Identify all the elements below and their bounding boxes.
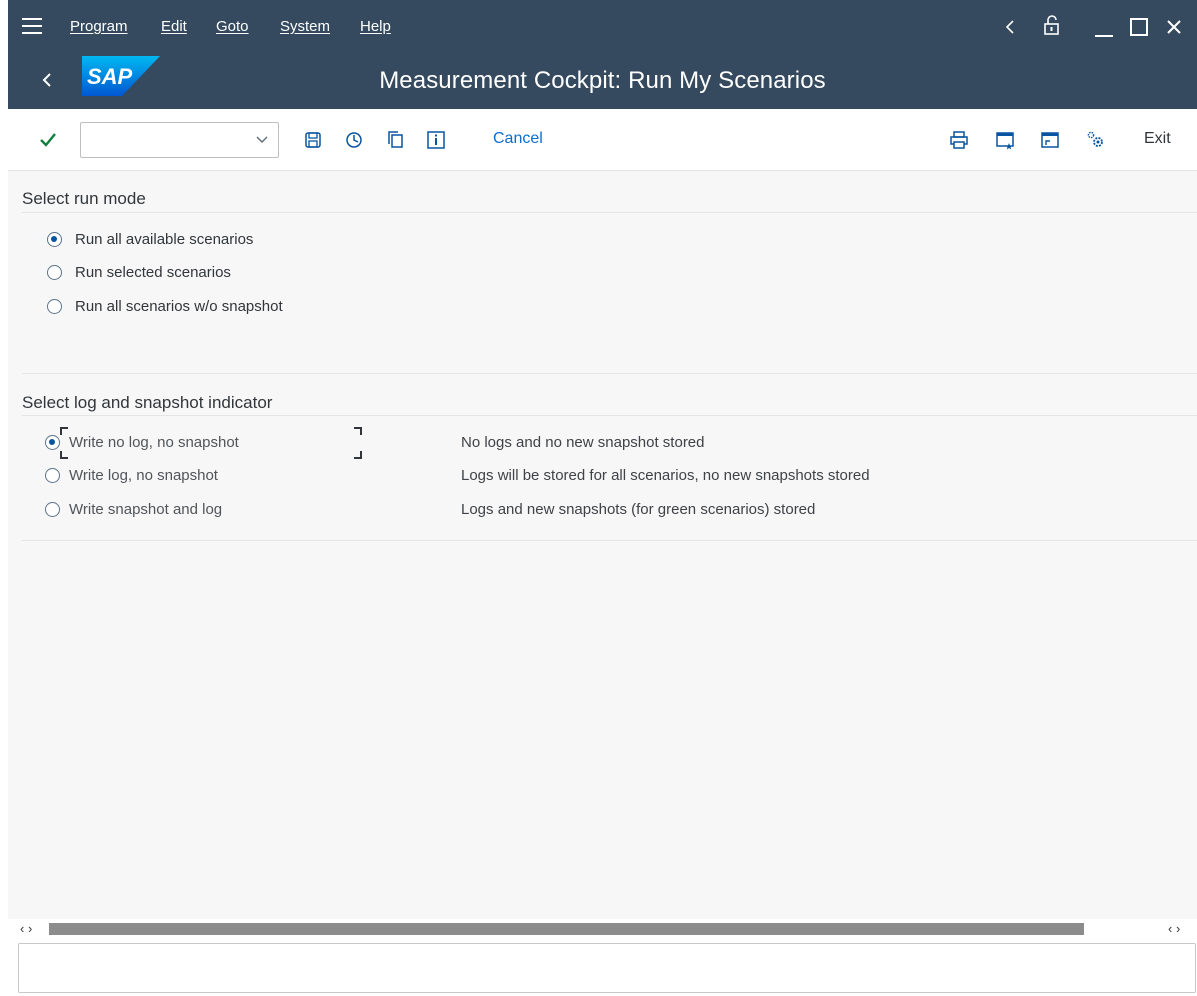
run-no-snapshot-label: Run all scenarios w/o snapshot (75, 298, 283, 315)
menu-edit[interactable]: Edit (161, 18, 187, 35)
close-icon[interactable] (1166, 19, 1182, 35)
horizontal-scrollbar[interactable]: ‹ › ‹ › (8, 919, 1197, 940)
copy-icon[interactable] (385, 130, 405, 150)
command-field[interactable] (80, 122, 279, 158)
snapshot-and-log-description: Logs and new snapshots (for green scenar… (461, 501, 816, 518)
radio-run-selected[interactable] (47, 265, 62, 280)
no-log-description: No logs and no new snapshot stored (461, 434, 705, 451)
run-mode-section-title: Select run mode (22, 189, 146, 208)
scroll-left-right-icon-end[interactable]: ‹ › (1168, 921, 1180, 936)
menu-help[interactable]: Help (360, 18, 391, 35)
generate-shortcut-icon[interactable] (1040, 130, 1060, 150)
focus-corner-br (354, 451, 362, 459)
settings-gears-icon[interactable] (1086, 130, 1106, 150)
page-title: Measurement Cockpit: Run My Scenarios (379, 67, 826, 94)
chevron-down-icon[interactable] (256, 133, 268, 145)
maximize-icon[interactable] (1130, 18, 1148, 36)
menu-program[interactable]: Program (70, 18, 128, 35)
radio-run-no-snapshot[interactable] (47, 299, 62, 314)
hamburger-menu-icon[interactable] (22, 18, 42, 34)
menu-system[interactable]: System (280, 18, 330, 35)
radio-write-log[interactable] (45, 468, 60, 483)
radio-snapshot-and-log[interactable] (45, 502, 60, 517)
history-clock-icon[interactable] (344, 130, 364, 150)
info-icon[interactable] (426, 130, 446, 150)
write-log-description: Logs will be stored for all scenarios, n… (461, 467, 870, 484)
menu-bar: Program Edit Goto System Help (8, 0, 1197, 53)
command-input[interactable] (85, 127, 249, 153)
focus-corner-bl (60, 451, 68, 459)
cancel-button[interactable]: Cancel (493, 130, 543, 148)
save-icon[interactable] (303, 130, 323, 150)
scrollbar-thumb[interactable] (49, 923, 1084, 935)
snapshot-and-log-label: Write snapshot and log (69, 501, 223, 518)
title-bar: SAP Measurement Cockpit: Run My Scenario… (8, 53, 1197, 109)
status-bar (18, 943, 1196, 993)
application-toolbar: Cancel Exit (8, 109, 1197, 171)
unlock-icon[interactable] (1042, 14, 1064, 36)
main-content: Select run mode Run all available scenar… (8, 171, 1197, 919)
focus-corner-tl (60, 427, 68, 435)
write-log-label: Write log, no snapshot (69, 467, 218, 484)
log-section-title: Select log and snapshot indicator (22, 393, 273, 412)
sap-gui-window: Program Edit Goto System Help SAP Measur… (8, 0, 1197, 996)
run-mode-group: Run all available scenarios Run selected… (22, 212, 1197, 374)
no-log-label: Write no log, no snapshot (69, 434, 239, 451)
new-window-icon[interactable] (995, 130, 1015, 150)
focus-corner-tr (354, 427, 362, 435)
enter-check-icon[interactable] (38, 130, 58, 150)
scroll-left-right-icon[interactable]: ‹ › (20, 921, 32, 936)
chevron-left-icon[interactable] (1004, 20, 1016, 34)
run-all-label: Run all available scenarios (75, 231, 254, 248)
run-selected-label: Run selected scenarios (75, 264, 231, 281)
menu-goto[interactable]: Goto (216, 18, 249, 35)
minimize-icon[interactable] (1094, 20, 1114, 38)
radio-run-all[interactable] (47, 232, 62, 247)
radio-no-log[interactable] (45, 435, 60, 450)
exit-button[interactable]: Exit (1144, 130, 1171, 148)
log-snapshot-group: Write no log, no snapshot No logs and no… (22, 415, 1197, 541)
print-icon[interactable] (949, 130, 969, 150)
